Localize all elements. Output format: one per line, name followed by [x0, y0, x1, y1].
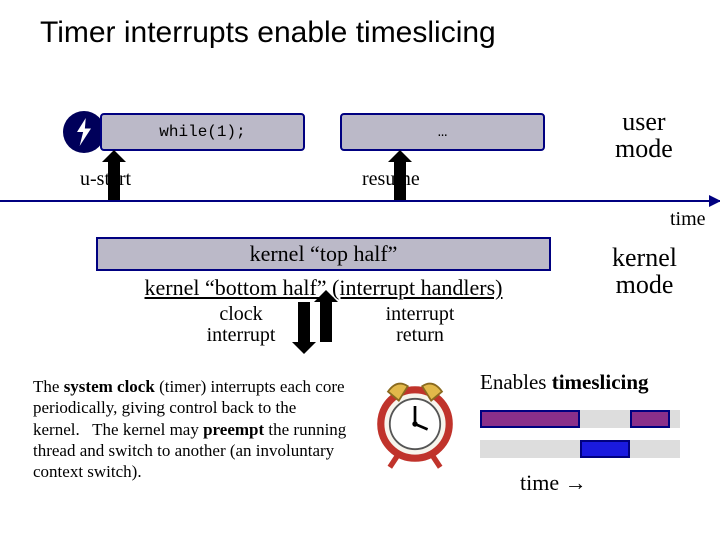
time-axis	[0, 200, 720, 202]
arrow-ustart-icon	[108, 162, 120, 200]
label-clock-interrupt: clock interrupt	[196, 304, 286, 346]
label-mini-time: time →	[520, 470, 587, 496]
arrow-down-to-handler-icon	[298, 302, 310, 342]
user-box-continued: …	[340, 113, 545, 151]
page-title: Timer interrupts enable timeslicing	[40, 16, 496, 50]
chart-seg-thread-a-1	[480, 410, 580, 428]
label-interrupt-return: interrupt return	[370, 304, 470, 346]
label-u-start: u-start	[80, 168, 131, 191]
chart-seg-thread-b-1	[580, 440, 630, 458]
timeslicing-mini-chart: time →	[480, 400, 680, 480]
user-box-while: while(1);	[100, 113, 305, 151]
lightning-icon	[63, 111, 105, 153]
arrow-up-from-handler-icon	[320, 302, 332, 342]
chart-seg-thread-a-2	[630, 410, 670, 428]
label-enables-timeslicing: Enables timeslicing	[480, 370, 649, 395]
label-resume: resume	[362, 168, 420, 191]
label-kernel-mode: kernel mode	[612, 244, 677, 299]
kernel-top-half-box: kernel “top half”	[96, 237, 551, 271]
label-time-axis: time	[670, 208, 706, 231]
label-user-mode: user mode	[615, 108, 673, 163]
description-paragraph: The system clock (timer) interrupts each…	[33, 376, 353, 482]
arrow-resume-icon	[394, 162, 406, 200]
alarm-clock-icon	[370, 370, 460, 480]
